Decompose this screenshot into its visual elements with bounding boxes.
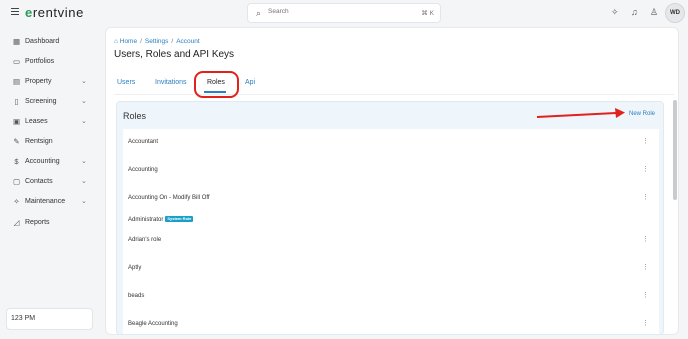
search-input[interactable]	[268, 8, 388, 15]
building-icon: ▤	[12, 77, 21, 86]
sidebar-item-screening[interactable]: ▯ Screening ⌄	[12, 97, 92, 111]
sidebar-item-label: Property	[25, 78, 52, 85]
sidebar-item-label: Accounting	[25, 158, 60, 165]
search-icon: ⌕	[256, 8, 262, 18]
page-title: Users, Roles and API Keys	[114, 49, 235, 60]
top-bar: erentvine ⌕ ⌘ K ✧ ♫ ♙ WD	[0, 0, 688, 27]
scrollbar[interactable]	[673, 100, 677, 200]
sidebar-item-label: Rentsign	[25, 138, 53, 145]
role-name[interactable]: Accounting On - Modify Bill Off	[128, 195, 210, 201]
accessibility-icon[interactable]: ♙	[650, 7, 658, 18]
chevron-down-icon: ⌄	[81, 178, 87, 185]
chart-icon: ◿	[13, 218, 20, 227]
search-box[interactable]: ⌕ ⌘ K	[247, 3, 441, 23]
roles-card: Roles New Role Accountant ⋮ Accounting ⋮ Acc…	[116, 101, 664, 335]
kebab-menu-icon[interactable]: ⋮	[642, 137, 649, 145]
kebab-menu-icon[interactable]: ⋮	[642, 165, 649, 173]
table-row[interactable]: Aptly ⋮	[123, 255, 659, 283]
sidebar-item-label: Portfolios	[25, 58, 55, 65]
table-row[interactable]: Adrian's role ⋮	[123, 227, 659, 255]
main-panel: ⌂ Home / Settings / Account Users, Roles and…	[105, 27, 679, 335]
tab-users[interactable]: Users	[117, 79, 135, 86]
folder-icon: ▭	[12, 57, 21, 66]
signature-icon: ✎	[13, 137, 20, 146]
sparkle-icon[interactable]: ✧	[611, 7, 619, 18]
bell-icon[interactable]: ♫	[631, 7, 638, 17]
sidebar-item-property[interactable]: ▤ Property ⌄	[12, 77, 92, 91]
roles-card-title: Roles	[123, 111, 147, 121]
roles-list: Accountant ⋮ Accounting ⋮ Accounting On - Mo…	[123, 129, 659, 334]
sidebar-item-rentsign[interactable]: ✎ Rentsign	[12, 137, 92, 151]
breadcrumb-settings[interactable]: Settings	[145, 38, 169, 45]
sidebar-item-maintenance[interactable]: ✧ Maintenance ⌄	[12, 197, 92, 211]
home-icon[interactable]: ⌂	[114, 38, 118, 45]
sidebar-item-portfolios[interactable]: ▭ Portfolios	[12, 57, 92, 71]
kebab-menu-icon[interactable]: ⋮	[642, 235, 649, 243]
chevron-down-icon: ⌄	[81, 198, 87, 205]
kebab-menu-icon[interactable]: ⋮	[642, 193, 649, 201]
table-row[interactable]: Beagle Accounting ⋮	[123, 311, 659, 334]
table-row[interactable]: beads ⋮	[123, 283, 659, 311]
menu-icon[interactable]	[11, 8, 19, 15]
chevron-down-icon: ⌄	[81, 158, 87, 165]
annotation-circle	[194, 71, 239, 98]
sidebar-item-reports[interactable]: ◿ Reports	[12, 218, 92, 232]
role-name[interactable]: Accounting	[128, 167, 158, 173]
new-role-button[interactable]: New Role	[629, 111, 655, 117]
kebab-menu-icon[interactable]: ⋮	[642, 263, 649, 271]
dollar-icon: $	[14, 157, 19, 166]
table-row[interactable]: Accountant ⋮	[123, 129, 659, 157]
sidebar-item-contacts[interactable]: ▢ Contacts ⌄	[12, 177, 92, 191]
logo[interactable]: erentvine	[25, 5, 84, 20]
table-row[interactable]: Accounting ⋮	[123, 157, 659, 185]
role-name[interactable]: Accountant	[128, 139, 158, 145]
role-name[interactable]: Aptly	[128, 265, 141, 271]
annotation-arrow	[536, 108, 625, 118]
lease-icon: ▣	[12, 117, 21, 126]
time-widget: 123 PM	[6, 308, 93, 330]
chevron-down-icon: ⌄	[81, 98, 87, 105]
wrench-icon: ✧	[13, 197, 20, 206]
dashboard-icon: ▦	[12, 37, 21, 46]
role-name[interactable]: Beagle Accounting	[128, 321, 178, 327]
sidebar-item-label: Screening	[25, 98, 57, 105]
role-name[interactable]: beads	[128, 293, 144, 299]
contacts-icon: ▢	[12, 177, 21, 186]
chevron-down-icon: ⌄	[81, 118, 87, 125]
role-name[interactable]: Administrator System Role	[128, 216, 194, 223]
breadcrumb-home[interactable]: Home	[120, 38, 137, 45]
breadcrumb: ⌂ Home / Settings / Account	[114, 38, 200, 45]
breadcrumb-account[interactable]: Account	[176, 38, 200, 45]
chevron-down-icon: ⌄	[81, 78, 87, 85]
search-shortcut: ⌘ K	[421, 10, 434, 17]
sidebar-item-label: Reports	[25, 219, 50, 226]
sidebar-item-accounting[interactable]: $ Accounting ⌄	[12, 157, 92, 171]
kebab-menu-icon[interactable]: ⋮	[642, 291, 649, 299]
sidebar-item-dashboard[interactable]: ▦ Dashboard	[12, 37, 92, 51]
kebab-menu-icon[interactable]: ⋮	[642, 319, 649, 327]
sidebar-item-label: Leases	[25, 118, 48, 125]
avatar[interactable]: WD	[665, 3, 685, 23]
sidebar: 123 PM ▦ Dashboard ▭ Portfolios ▤ Property ⌄ ▯ S…	[0, 27, 105, 339]
sidebar-item-label: Dashboard	[25, 38, 60, 45]
role-name[interactable]: Adrian's role	[128, 237, 161, 243]
system-role-badge: System Role	[165, 216, 194, 222]
tab-invitations[interactable]: Invitations	[155, 79, 187, 86]
sidebar-item-label: Contacts	[25, 178, 53, 185]
sidebar-item-leases[interactable]: ▣ Leases ⌄	[12, 117, 92, 131]
sidebar-item-label: Maintenance	[25, 198, 66, 205]
document-search-icon: ▯	[14, 97, 19, 106]
tab-api[interactable]: Api	[245, 79, 255, 86]
